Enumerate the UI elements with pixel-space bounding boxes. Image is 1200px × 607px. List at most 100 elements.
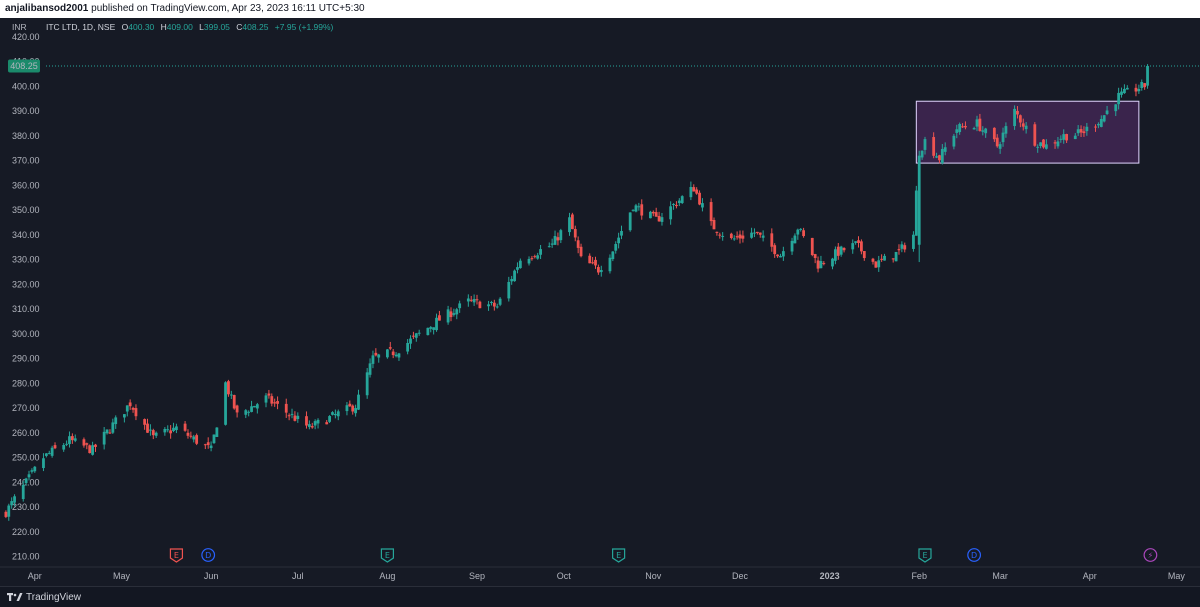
candle-body — [183, 423, 187, 431]
candle-body — [958, 124, 962, 133]
candle-body — [917, 155, 921, 245]
time-tick-label: Sep — [469, 571, 485, 581]
price-tick-label: 230.00 — [12, 502, 40, 512]
candle-body — [793, 235, 797, 244]
candle-body — [189, 435, 193, 437]
candle-body — [576, 240, 580, 248]
candle-body — [651, 211, 655, 214]
price-tick-label: 360.00 — [12, 180, 40, 190]
candle-body — [495, 306, 499, 308]
candle-body — [712, 220, 716, 230]
candle-body — [1079, 129, 1083, 133]
candle-body — [82, 439, 86, 446]
candle-body — [287, 415, 291, 417]
candle-down — [195, 433, 199, 446]
candle-body — [154, 432, 158, 436]
candle-body — [556, 237, 560, 241]
candle-body — [429, 327, 433, 329]
candle-body — [305, 416, 308, 426]
legend-close-value: 408.25 — [242, 22, 268, 32]
candle-body — [91, 445, 94, 455]
time-tick-label: Nov — [645, 571, 662, 581]
candle-body — [47, 453, 51, 455]
legend-symbol[interactable]: ITC LTD, 1D, NSE — [46, 22, 116, 32]
legend-low-value: 399.05 — [204, 22, 230, 32]
candle-body — [559, 230, 563, 241]
candle-body — [1140, 81, 1144, 89]
candle-body — [891, 258, 895, 260]
candle-body — [1094, 126, 1097, 128]
time-tick-label: Mar — [992, 571, 1008, 581]
candle-body — [1137, 89, 1141, 92]
candle-body — [30, 470, 34, 472]
candle-body — [88, 445, 92, 454]
candle-up — [894, 251, 898, 262]
candle-body — [247, 411, 251, 413]
candle-body — [409, 338, 412, 344]
candle-body — [940, 148, 944, 164]
candle-body — [255, 404, 259, 409]
candle-up — [212, 434, 216, 444]
candle-body — [677, 200, 681, 204]
candle-body — [435, 317, 438, 331]
candle-body — [406, 342, 410, 352]
candle-body — [1099, 118, 1103, 127]
candle-up — [215, 427, 219, 438]
candle-body — [1123, 88, 1126, 94]
author-name[interactable]: anjalibansod2001 — [5, 3, 88, 14]
candle-body — [753, 232, 756, 234]
candle-down — [810, 237, 814, 257]
candle-body — [1125, 87, 1129, 90]
candle-body — [215, 427, 219, 437]
candle-body — [539, 249, 542, 255]
candle-body — [779, 255, 782, 258]
candle-body — [510, 279, 514, 282]
candle-body — [7, 505, 11, 517]
candle-body — [912, 234, 915, 249]
candle-body — [709, 202, 713, 222]
candlestick-chart[interactable]: 420.00410.00400.00390.00380.00370.00360.… — [0, 18, 1200, 586]
candle-body — [750, 232, 753, 238]
price-tick-label: 250.00 — [12, 453, 40, 463]
candle-body — [961, 126, 964, 128]
chart-pane[interactable]: 420.00410.00400.00390.00380.00370.00360.… — [0, 18, 1200, 586]
price-tick-label: 380.00 — [12, 131, 40, 141]
candle-body — [293, 415, 297, 421]
candle-body — [386, 349, 389, 358]
candle-up — [628, 212, 632, 232]
candle-body — [114, 417, 118, 425]
price-tick-label: 220.00 — [12, 527, 40, 537]
candle-body — [354, 408, 358, 414]
price-tick-label: 210.00 — [12, 552, 40, 562]
publish-header: anjalibansod2001 published on TradingVie… — [0, 0, 1200, 18]
candle-body — [1004, 126, 1008, 134]
candle-body — [579, 246, 583, 257]
candle-body — [1053, 142, 1057, 144]
candle-body — [209, 445, 213, 449]
candle-up — [1146, 64, 1149, 89]
candle-body — [492, 302, 496, 307]
candle-body — [1076, 129, 1080, 134]
candle-body — [813, 254, 817, 259]
candle-body — [357, 394, 360, 410]
candle-body — [192, 436, 196, 440]
legend-line: ITC LTD, 1D, NSE O400.30 H409.00 L399.05… — [46, 22, 334, 32]
candle-body — [270, 396, 274, 404]
candle-body — [513, 270, 516, 282]
marker-letter: D — [205, 551, 211, 560]
tradingview-logo[interactable]: TradingView — [7, 590, 81, 604]
candle-body — [903, 245, 907, 250]
candle-body — [172, 427, 175, 432]
candle-body — [831, 258, 834, 267]
candle-body — [333, 413, 337, 416]
candle-body — [1056, 141, 1060, 147]
tradingview-brand-text: TradingView — [26, 591, 82, 603]
candle-body — [1085, 126, 1089, 132]
candle-body — [328, 416, 331, 422]
candle-body — [883, 255, 886, 261]
candle-body — [203, 444, 207, 446]
publish-info: published on TradingView.com, Apr 23, 20… — [91, 3, 365, 14]
candle-body — [536, 255, 540, 259]
candle-body — [657, 215, 661, 222]
candle-body — [452, 313, 456, 315]
